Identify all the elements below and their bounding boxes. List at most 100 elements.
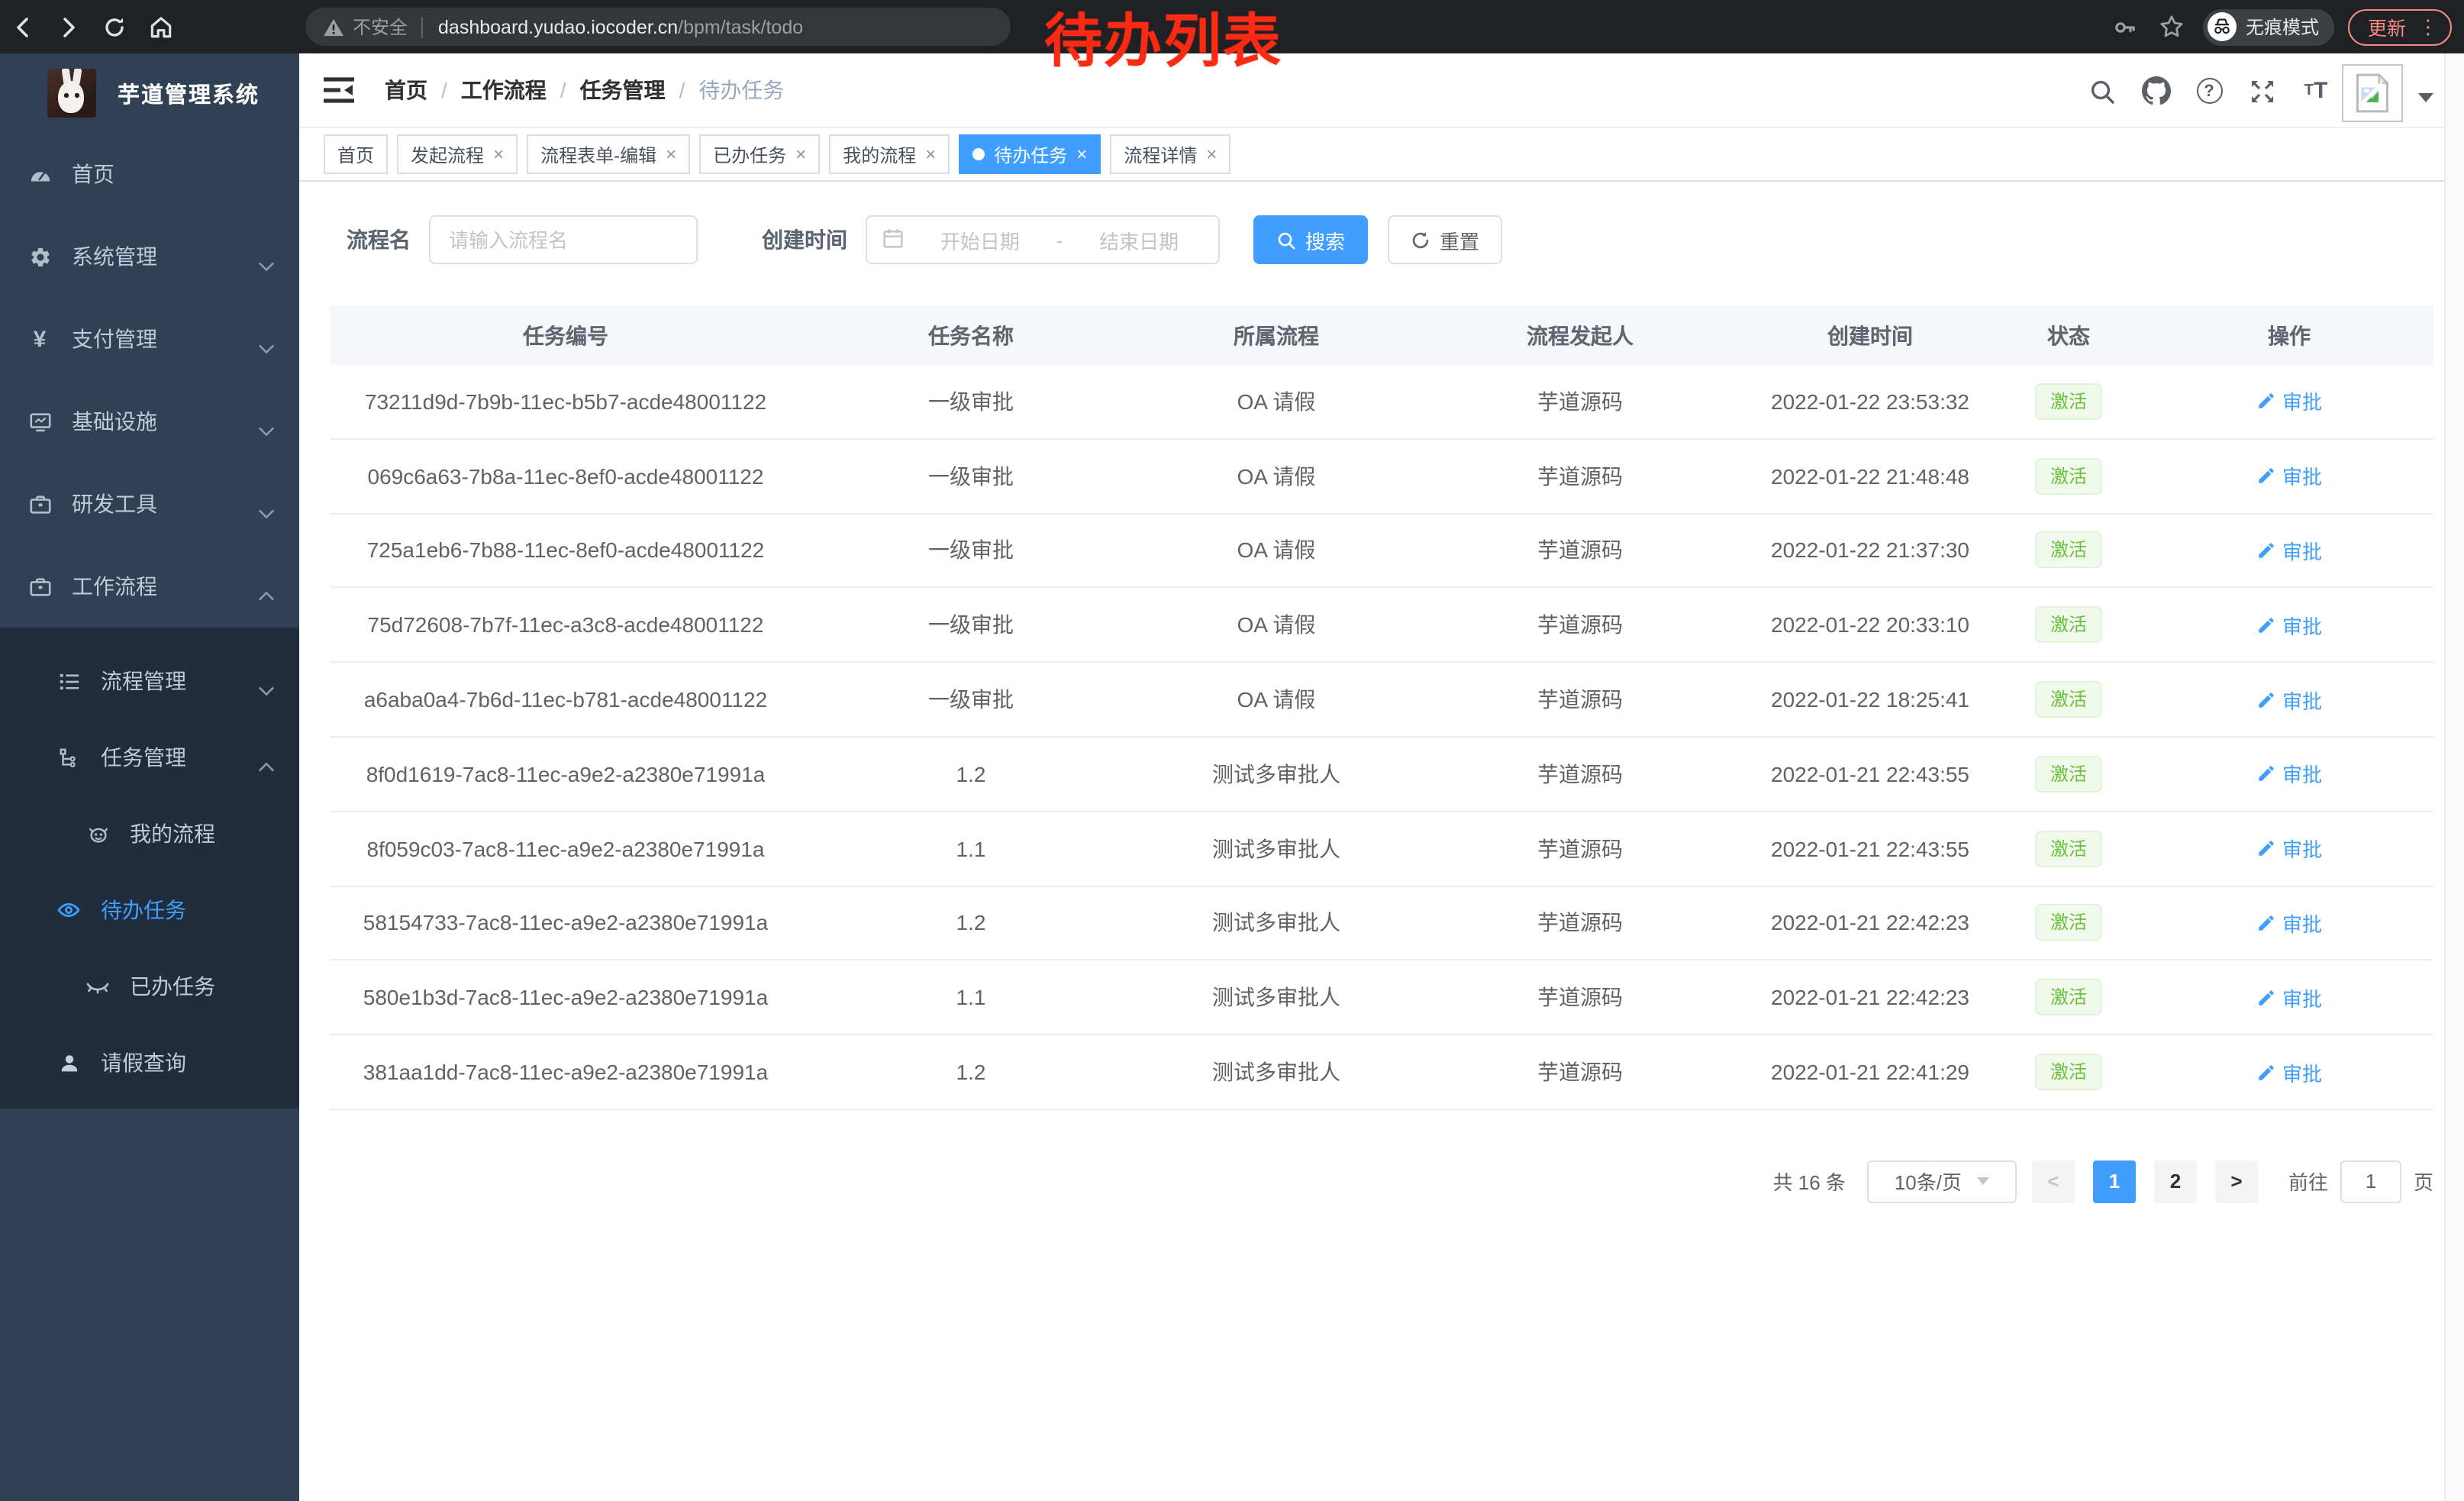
cell-initiator: 芋道源码 <box>1412 535 1748 566</box>
browser-update-button[interactable]: 更新 ⋮ <box>2348 8 2452 45</box>
cell-initiator: 芋道源码 <box>1412 1057 1748 1087</box>
breadcrumb-task-management[interactable]: 任务管理 <box>580 75 666 105</box>
tag-my-process[interactable]: 我的流程× <box>829 134 950 174</box>
approve-link[interactable]: 审批 <box>2256 536 2322 565</box>
search-button[interactable]: 搜索 <box>1253 215 1368 264</box>
tag-process-detail[interactable]: 流程详情× <box>1110 134 1230 174</box>
sidebar-item-todo-tasks[interactable]: 待办任务 <box>0 872 299 948</box>
chevron-down-icon <box>258 417 275 441</box>
address-bar[interactable]: 不安全 dashboard.yudao.iocoder.cn/bpm/task/… <box>305 8 1011 46</box>
password-key-icon[interactable] <box>2108 4 2142 50</box>
approve-label: 审批 <box>2282 611 2322 640</box>
refresh-icon <box>1411 230 1430 250</box>
avatar[interactable] <box>2342 64 2403 122</box>
edit-pencil-icon <box>2256 466 2276 486</box>
help-icon[interactable]: ? <box>2192 74 2226 108</box>
tag-form-edit[interactable]: 流程表单-编辑× <box>527 134 690 174</box>
cell-process: OA 请假 <box>1140 610 1412 641</box>
page-content: 流程名 创建时间 开始日期 - 结束日期 搜索 <box>299 183 2464 1501</box>
reset-button[interactable]: 重置 <box>1388 215 1502 264</box>
tag-home[interactable]: 首页 <box>324 134 388 174</box>
sidebar-item-devtools[interactable]: 研发工具 <box>0 463 299 545</box>
browser-menu-icon[interactable]: ⋮ <box>2418 17 2438 37</box>
browser-back-button[interactable] <box>0 4 46 50</box>
close-icon[interactable]: × <box>925 144 936 165</box>
edit-pencil-icon <box>2256 1062 2276 1082</box>
close-icon[interactable]: × <box>666 144 676 165</box>
sidebar-item-infrastructure[interactable]: 基础设施 <box>0 380 299 463</box>
edit-pencil-icon <box>2256 988 2276 1008</box>
fullscreen-icon[interactable] <box>2246 74 2279 108</box>
sidebar-item-process-management[interactable]: 流程管理 <box>0 643 299 719</box>
prev-page-button[interactable]: < <box>2032 1160 2075 1203</box>
page-size-select[interactable]: 10条/页 <box>1867 1160 2017 1203</box>
approve-link[interactable]: 审批 <box>2256 834 2322 863</box>
approve-link[interactable]: 审批 <box>2256 983 2322 1012</box>
col-process: 所属流程 <box>1140 320 1412 350</box>
scrollbar-track[interactable] <box>2444 53 2464 1501</box>
table-row: 8f0d1619-7ac8-11ec-a9e2-a2380e71991a 1.2… <box>330 738 2433 812</box>
eye-icon <box>56 898 81 922</box>
browser-home-button[interactable] <box>137 4 183 50</box>
browser-forward-button[interactable] <box>46 4 92 50</box>
status-badge: 激活 <box>2035 532 2102 569</box>
sidebar-collapse-icon[interactable] <box>324 76 354 104</box>
security-label: 不安全 <box>353 14 408 40</box>
bookmark-star-icon[interactable] <box>2156 4 2189 50</box>
page-button-2[interactable]: 2 <box>2154 1160 2197 1203</box>
sidebar-item-workflow[interactable]: 工作流程 <box>0 545 299 628</box>
tags-view: 首页 发起流程× 流程表单-编辑× 已办任务× 我的流程× 待办任务× 流程详情… <box>299 128 2464 182</box>
close-icon[interactable]: × <box>493 144 504 165</box>
approve-link[interactable]: 审批 <box>2256 760 2322 789</box>
table-row: 73211d9d-7b9b-11ec-b5b7-acde48001122 一级审… <box>330 365 2433 440</box>
incognito-label: 无痕模式 <box>2246 14 2319 40</box>
date-range-picker[interactable]: 开始日期 - 结束日期 <box>866 215 1220 264</box>
breadcrumb-workflow[interactable]: 工作流程 <box>461 75 547 105</box>
page-button-1[interactable]: 1 <box>2093 1160 2136 1203</box>
approve-link[interactable]: 审批 <box>2256 685 2322 714</box>
sidebar-item-system[interactable]: 系统管理 <box>0 215 299 298</box>
app-logo-row[interactable]: 芋道管理系统 <box>0 53 299 133</box>
status-badge: 激活 <box>2035 830 2102 867</box>
process-name-input[interactable] <box>429 215 698 264</box>
close-icon[interactable]: × <box>795 144 806 165</box>
approve-label: 审批 <box>2282 909 2322 938</box>
sidebar-item-my-process[interactable]: 我的流程 <box>0 796 299 872</box>
tag-done-tasks[interactable]: 已办任务× <box>699 134 820 174</box>
status-badge: 激活 <box>2035 905 2102 941</box>
tag-start-process[interactable]: 发起流程× <box>397 134 518 174</box>
gear-icon <box>27 245 52 268</box>
annotation-todo-list: 待办列表 <box>1044 12 1282 76</box>
goto-page-input[interactable]: 1 <box>2340 1160 2401 1203</box>
close-icon[interactable]: × <box>1076 144 1087 165</box>
avatar-dropdown-caret[interactable] <box>2418 93 2433 102</box>
approve-link[interactable]: 审批 <box>2256 461 2322 490</box>
close-icon[interactable]: × <box>1206 144 1217 165</box>
approve-link[interactable]: 审批 <box>2256 909 2322 938</box>
tag-todo-tasks[interactable]: 待办任务× <box>959 134 1101 174</box>
cell-initiator: 芋道源码 <box>1412 908 1748 938</box>
sidebar-item-home[interactable]: 首页 <box>0 133 299 215</box>
github-icon[interactable] <box>2139 74 2172 108</box>
approve-link[interactable]: 审批 <box>2256 1057 2322 1086</box>
approve-label: 审批 <box>2282 1057 2322 1086</box>
approve-link[interactable]: 审批 <box>2256 387 2322 416</box>
breadcrumb-home[interactable]: 首页 <box>385 75 427 105</box>
cell-task-name: 一级审批 <box>801 535 1140 566</box>
sidebar-item-task-management[interactable]: 任务管理 <box>0 719 299 796</box>
cell-task-id: 725a1eb6-7b88-11ec-8ef0-acde48001122 <box>330 538 801 563</box>
cell-process: 测试多审批人 <box>1140 908 1412 938</box>
approve-link[interactable]: 审批 <box>2256 611 2322 640</box>
sidebar-item-done-tasks[interactable]: 已办任务 <box>0 948 299 1025</box>
sidebar-item-leave-query[interactable]: 请假查询 <box>0 1025 299 1101</box>
status-badge: 激活 <box>2035 383 2102 420</box>
cell-process: OA 请假 <box>1140 460 1412 491</box>
browser-reload-button[interactable] <box>92 4 137 50</box>
cell-task-name: 一级审批 <box>801 386 1140 417</box>
goto-label: 前往 <box>2288 1167 2328 1196</box>
header-search-icon[interactable] <box>2085 74 2119 108</box>
chevron-down-icon <box>258 499 275 524</box>
font-size-icon[interactable]: TT <box>2299 74 2333 108</box>
next-page-button[interactable]: > <box>2215 1160 2258 1203</box>
sidebar-item-payment[interactable]: ¥ 支付管理 <box>0 298 299 380</box>
